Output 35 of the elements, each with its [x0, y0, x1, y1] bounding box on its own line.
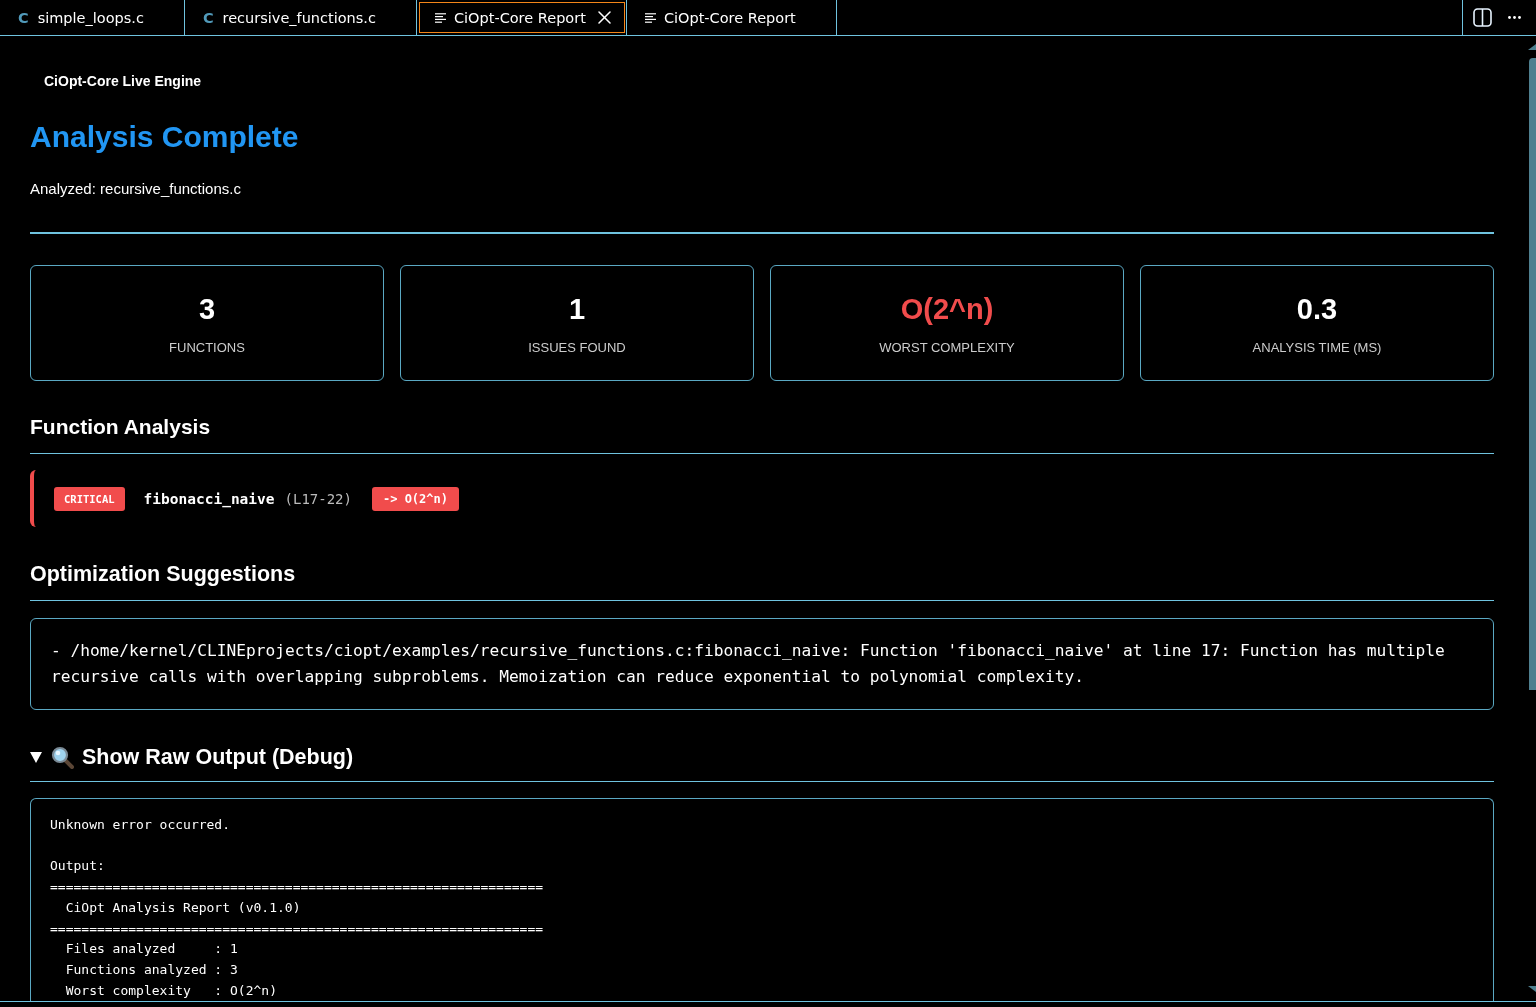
stat-value: O(2^n): [900, 292, 994, 326]
stat-label: ISSUES FOUND: [528, 339, 626, 357]
brand-label: CiOpt-Core Live Engine: [44, 72, 202, 90]
raw-output-text: Unknown error occurred. Output: =============================================================== CiOpt Analysis Report (v0.1.0) =============================================================== Files analyzed : 1 Functions analyzed : 3 Worst complexity : O(2^n): [50, 816, 544, 1000]
stat-value: 3: [198, 292, 216, 326]
complexity-badge: -> O(2^n): [371, 486, 459, 511]
close-icon[interactable]: [598, 11, 612, 24]
editor-tab[interactable]: CiOpt-Core Report: [416, 0, 627, 35]
stat-label: ANALYSIS TIME (MS): [1252, 339, 1382, 357]
line-range: (L17-22): [284, 490, 352, 507]
scroll-down-icon[interactable]: [1528, 986, 1536, 992]
stat-label: FUNCTIONS: [169, 339, 245, 357]
severity-badge: CRITICAL: [54, 486, 125, 511]
analyzed-file-text: Analyzed: recursive_functions.c: [30, 179, 241, 199]
function-name: fibonacci_naive: [143, 490, 275, 507]
more-actions-icon[interactable]: [1508, 16, 1521, 19]
scrollbar-thumb[interactable]: [1529, 58, 1536, 690]
text-lines-icon: [644, 12, 656, 23]
split-editor-icon[interactable]: [1473, 8, 1492, 27]
suggestion-text: - /home/kernel/CLINEprojects/ciopt/examples/recursive_functions.c:fibonacci_naive: Function 'fibonacci_naive' at line 17: Function has multiple recursive calls with overlapping subproblems. Memoization can reduce exponential to polynomial complexity.: [51, 640, 1446, 688]
stat-value: 0.3: [1296, 292, 1338, 326]
c-file-icon: C: [202, 9, 214, 26]
section-heading: Function Analysis: [30, 415, 211, 439]
c-file-icon: C: [18, 9, 29, 26]
raw-output-toggle[interactable]: Show Raw Output (Debug): [30, 745, 354, 769]
section-heading: Optimization Suggestions: [30, 562, 296, 586]
stat-value: 1: [568, 292, 586, 326]
stat-label: WORST COMPLEXITY: [879, 339, 1015, 357]
editor-tab[interactable]: C simple_loops.c: [0, 0, 185, 35]
magnifier-icon: [51, 745, 74, 769]
editor-tab[interactable]: C recursive_functions.c: [184, 0, 417, 35]
scroll-up-icon[interactable]: [1528, 44, 1536, 50]
report-title: Analysis Complete: [30, 119, 299, 155]
editor-tab[interactable]: CiOpt-Core Report: [626, 0, 837, 35]
text-lines-icon: [434, 12, 446, 23]
